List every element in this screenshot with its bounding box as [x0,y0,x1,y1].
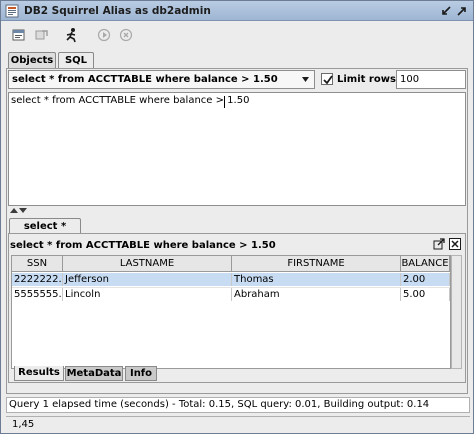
table-cell[interactable]: 5555555... [12,288,63,301]
application-window: DB2 Squirrel Alias as db2admin Objects S… [0,0,474,434]
run-icon[interactable] [64,27,80,43]
sql-editor-text: select * from ACCTTABLE where balance > … [11,95,250,106]
cursor-position: 1,45 [6,416,470,432]
tab-objects[interactable]: Objects [8,52,56,69]
result-query-label: select * from ACCTTABLE where balance > … [10,240,276,251]
limit-rows-label: Limit rows: [337,74,400,85]
window-title: DB2 Squirrel Alias as db2admin [24,5,211,17]
table-cell[interactable]: Thomas [232,273,401,286]
column-header-balance[interactable]: BALANCE [401,256,450,272]
status-message: Query 1 elapsed time (seconds) - Total: … [6,397,470,413]
table-cell[interactable]: 5.00 [401,288,450,301]
sql-history-dropdown[interactable]: select * from ACCTTABLE where balance > … [8,70,315,89]
table-cell[interactable]: Abraham [232,288,401,301]
splitter-down-icon[interactable] [19,208,27,213]
table-cell[interactable]: 2.00 [401,273,450,286]
tab-info[interactable]: Info [125,366,157,381]
maximize-icon[interactable] [456,5,468,17]
column-header-firstname[interactable]: FIRSTNAME [232,256,401,272]
tab-sql[interactable]: SQL [58,52,94,69]
squirrel-app-icon [5,4,19,18]
minimize-icon[interactable] [440,5,452,17]
stop-icon[interactable] [118,27,134,43]
copy-script-icon[interactable] [11,27,27,43]
detach-result-icon[interactable] [433,238,445,250]
column-header-ssn[interactable]: SSN [12,256,63,272]
chevron-down-icon[interactable] [299,73,312,86]
refresh-icon[interactable] [34,27,50,43]
splitter-up-icon[interactable] [10,208,18,213]
sql-editor[interactable]: select * from ACCTTABLE where balance > … [8,92,466,206]
splitter[interactable] [8,208,466,214]
table-row[interactable]: 5555555... Lincoln Abraham 5.00 [12,287,450,301]
title-bar[interactable]: DB2 Squirrel Alias as db2admin [1,1,473,21]
results-table[interactable]: SSN LASTNAME FIRSTNAME BALANCE 2222222..… [11,255,451,369]
close-result-icon[interactable] [449,238,461,250]
execute-icon[interactable] [96,27,112,43]
tab-metadata[interactable]: MetaData [65,366,123,381]
tab-results[interactable]: Results [14,366,64,381]
vertical-scrollbar[interactable] [451,255,462,369]
table-cell[interactable]: Jefferson [63,273,232,286]
table-row[interactable]: 2222222... Jefferson Thomas 2.00 [12,273,450,286]
limit-rows-input[interactable]: 100 [396,70,466,89]
column-header-lastname[interactable]: LASTNAME [63,256,232,272]
text-caret [224,96,225,108]
table-cell[interactable]: Lincoln [63,288,232,301]
table-cell[interactable]: 2222222... [12,273,63,286]
toolbar [1,22,473,49]
limit-rows-checkbox[interactable] [321,73,333,85]
sql-history-selected: select * from ACCTTABLE where balance > … [12,74,278,85]
